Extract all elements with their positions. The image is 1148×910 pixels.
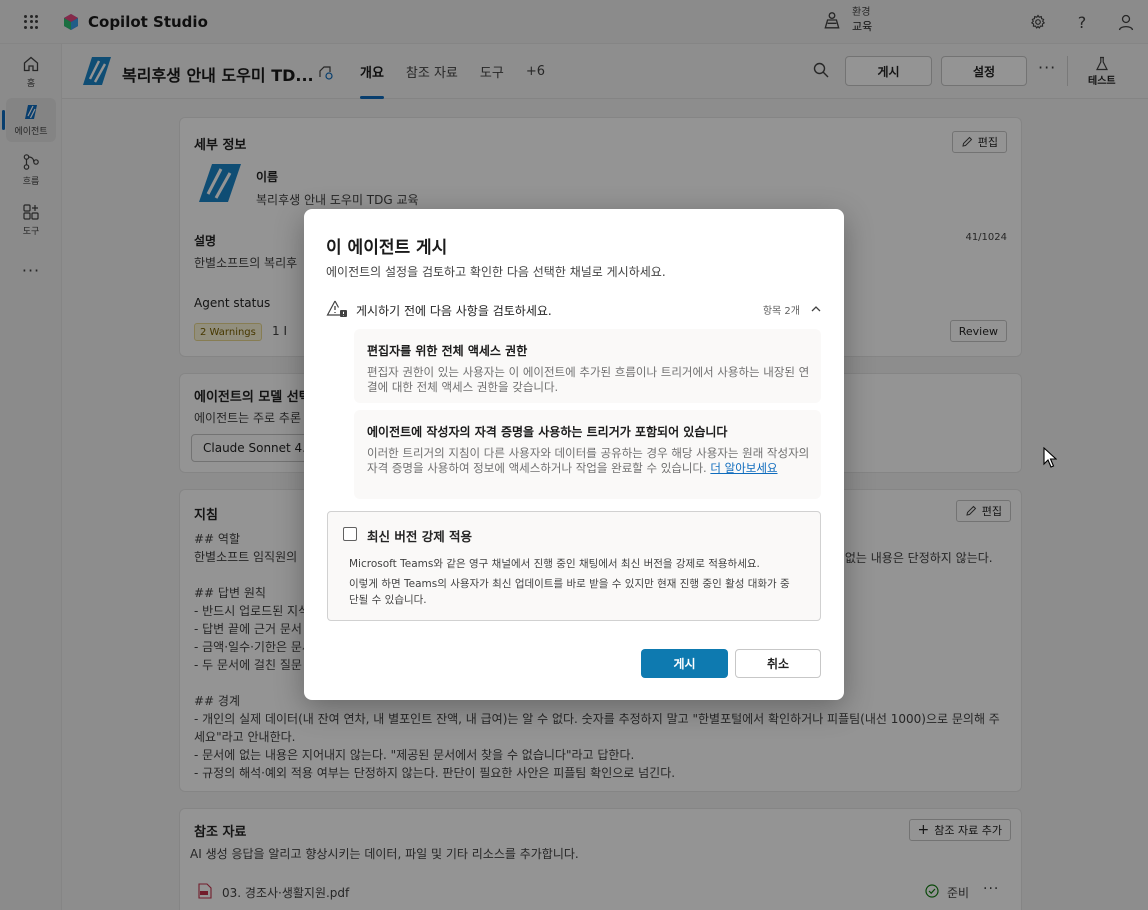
- learn-more-link[interactable]: 더 알아보세요: [710, 461, 777, 475]
- dialog-publish-button[interactable]: 게시: [641, 649, 728, 678]
- force-update-desc2: 이렇게 하면 Teams의 사용자가 최신 업데이트를 바로 받을 수 있지만 …: [349, 578, 790, 606]
- force-update-desc1: Microsoft Teams와 같은 영구 채널에서 진행 중인 채팅에서 최…: [349, 558, 760, 570]
- dialog-subtitle: 에이전트의 설정을 검토하고 확인한 다음 선택한 채널로 게시하세요.: [326, 265, 666, 279]
- warning-icon: [326, 300, 347, 317]
- warning1-body: 편집자 권한이 있는 사용자는 이 에이전트에 추가된 흐름이나 트리거에서 사…: [367, 365, 810, 394]
- chevron-up-icon[interactable]: [810, 303, 822, 315]
- review-count: 항목 2개: [762, 306, 800, 317]
- dialog-cancel-button[interactable]: 취소: [735, 649, 821, 678]
- warning2-body: 이러한 트리거의 지침이 다른 사용자와 데이터를 공유하는 경우 해당 사용자…: [367, 446, 810, 475]
- review-label: 게시하기 전에 다음 사항을 검토하세요.: [356, 304, 552, 318]
- dialog-title: 이 에이전트 게시: [326, 238, 448, 258]
- force-update-section: 최신 버전 강제 적용 Microsoft Teams와 같은 영구 채널에서 …: [327, 511, 821, 621]
- publish-dialog: 이 에이전트 게시 에이전트의 설정을 검토하고 확인한 다음 선택한 채널로 …: [304, 209, 844, 700]
- warning2-title: 에이전트에 작성자의 자격 증명을 사용하는 트리거가 포함되어 있습니다: [367, 425, 728, 439]
- warning1-title: 편집자를 위한 전체 액세스 권한: [367, 344, 528, 358]
- force-update-label: 최신 버전 강제 적용: [367, 529, 473, 544]
- review-section-header[interactable]: 게시하기 전에 다음 사항을 검토하세요. 항목 2개: [326, 299, 822, 321]
- warning-item-editor-access: 편집자를 위한 전체 액세스 권한 편집자 권한이 있는 사용자는 이 에이전트…: [354, 329, 821, 403]
- warning-item-author-credentials: 에이전트에 작성자의 자격 증명을 사용하는 트리거가 포함되어 있습니다 이러…: [354, 410, 821, 499]
- force-update-checkbox[interactable]: [343, 527, 357, 541]
- mouse-cursor-icon: [1043, 447, 1057, 468]
